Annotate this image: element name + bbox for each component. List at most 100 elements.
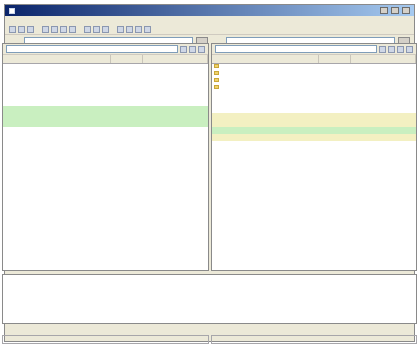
toolbar-button-icon[interactable] (84, 25, 91, 33)
table-row[interactable] (3, 64, 208, 71)
table-row[interactable] (211, 134, 416, 141)
right-pane-button-icon[interactable] (388, 45, 395, 53)
log-panel (2, 274, 417, 324)
folder-icon (213, 78, 219, 82)
table-cell (111, 85, 143, 92)
menu-item[interactable] (109, 18, 119, 23)
column-header[interactable] (319, 55, 352, 63)
toolbar-button-icon[interactable] (69, 25, 76, 33)
table-cell (351, 127, 416, 134)
table-row[interactable] (211, 120, 416, 127)
column-header[interactable] (3, 55, 111, 63)
table-cell (212, 78, 320, 85)
table-cell (319, 78, 351, 85)
right-pane-button-icon[interactable] (406, 45, 413, 53)
menu-item[interactable] (129, 18, 139, 23)
table-cell (319, 127, 351, 134)
table-row[interactable] (212, 99, 417, 106)
toolbar-button-icon[interactable] (135, 25, 142, 33)
menu-item[interactable] (29, 18, 39, 23)
title-bar (5, 5, 414, 16)
table-row[interactable] (3, 141, 208, 148)
toolbar-button-icon[interactable] (18, 25, 25, 33)
table-row[interactable] (3, 92, 208, 99)
table-row[interactable] (3, 71, 208, 78)
right-pane-button-icon[interactable] (379, 45, 386, 53)
table-cell (143, 120, 208, 127)
table-row[interactable] (3, 78, 208, 85)
close-button[interactable] (402, 7, 410, 14)
toolbar-button-icon[interactable] (126, 25, 133, 33)
table-cell (212, 64, 320, 71)
table-row[interactable] (212, 71, 417, 78)
right-file-list (211, 64, 417, 270)
toolbar-button-icon[interactable] (42, 25, 49, 33)
table-cell (111, 78, 143, 85)
right-path-input[interactable] (214, 45, 377, 53)
column-header[interactable] (111, 55, 143, 63)
table-cell (351, 99, 416, 106)
left-pane-button-icon[interactable] (188, 45, 196, 53)
left-pane-button-icon[interactable] (179, 45, 187, 53)
minimize-button[interactable] (380, 7, 388, 14)
left-pane-button-icon[interactable] (197, 45, 205, 53)
toolbar-button-icon[interactable] (102, 25, 109, 33)
table-row[interactable] (3, 120, 208, 127)
menu-item[interactable] (49, 18, 59, 23)
table-cell (111, 113, 143, 120)
table-row[interactable] (212, 141, 417, 148)
table-row[interactable] (3, 113, 208, 120)
left-pane (2, 43, 209, 271)
table-row[interactable] (212, 64, 417, 71)
toolbar-button-icon[interactable] (144, 25, 151, 33)
status-bar (2, 335, 417, 344)
table-cell (3, 134, 111, 141)
table-row[interactable] (3, 134, 208, 141)
status-right (210, 335, 417, 344)
maximize-button[interactable] (391, 7, 399, 14)
table-row[interactable] (3, 106, 208, 113)
toolbar-button-icon[interactable] (93, 25, 100, 33)
table-cell (212, 85, 320, 92)
table-cell (319, 92, 351, 99)
table-cell (3, 71, 111, 78)
table-cell (3, 120, 111, 127)
file-panes (2, 43, 417, 271)
table-row[interactable] (211, 113, 416, 120)
toolbar-button-icon[interactable] (51, 25, 58, 33)
table-row[interactable] (212, 78, 417, 85)
menu-item[interactable] (69, 18, 79, 23)
table-cell (3, 92, 111, 99)
column-header[interactable] (212, 55, 320, 63)
table-cell (319, 141, 351, 148)
table-cell (3, 127, 111, 134)
table-cell (351, 85, 416, 92)
table-cell (212, 120, 320, 127)
table-row[interactable] (3, 127, 208, 134)
left-path-input[interactable] (6, 45, 178, 53)
toolbar-button-icon[interactable] (9, 25, 16, 33)
right-pane-button-icon[interactable] (397, 45, 404, 53)
table-cell (3, 99, 111, 106)
column-header[interactable] (143, 55, 208, 63)
toolbar-button-icon[interactable] (27, 25, 34, 33)
toolbar-button-icon[interactable] (117, 25, 124, 33)
table-row[interactable] (3, 85, 208, 92)
table-cell (319, 134, 351, 141)
table-row[interactable] (3, 99, 208, 106)
table-row[interactable] (212, 106, 417, 113)
toolbar-button-icon[interactable] (60, 25, 67, 33)
table-cell (111, 141, 143, 148)
table-row[interactable] (212, 92, 417, 99)
table-cell (143, 85, 208, 92)
table-row[interactable] (212, 85, 417, 92)
table-cell (351, 71, 416, 78)
column-header[interactable] (351, 55, 416, 63)
menu-item[interactable] (9, 18, 19, 23)
table-cell (351, 113, 416, 120)
table-cell (111, 92, 143, 99)
menu-item[interactable] (89, 18, 99, 23)
table-row[interactable] (211, 127, 416, 134)
table-cell (3, 113, 111, 120)
table-cell (3, 106, 111, 113)
